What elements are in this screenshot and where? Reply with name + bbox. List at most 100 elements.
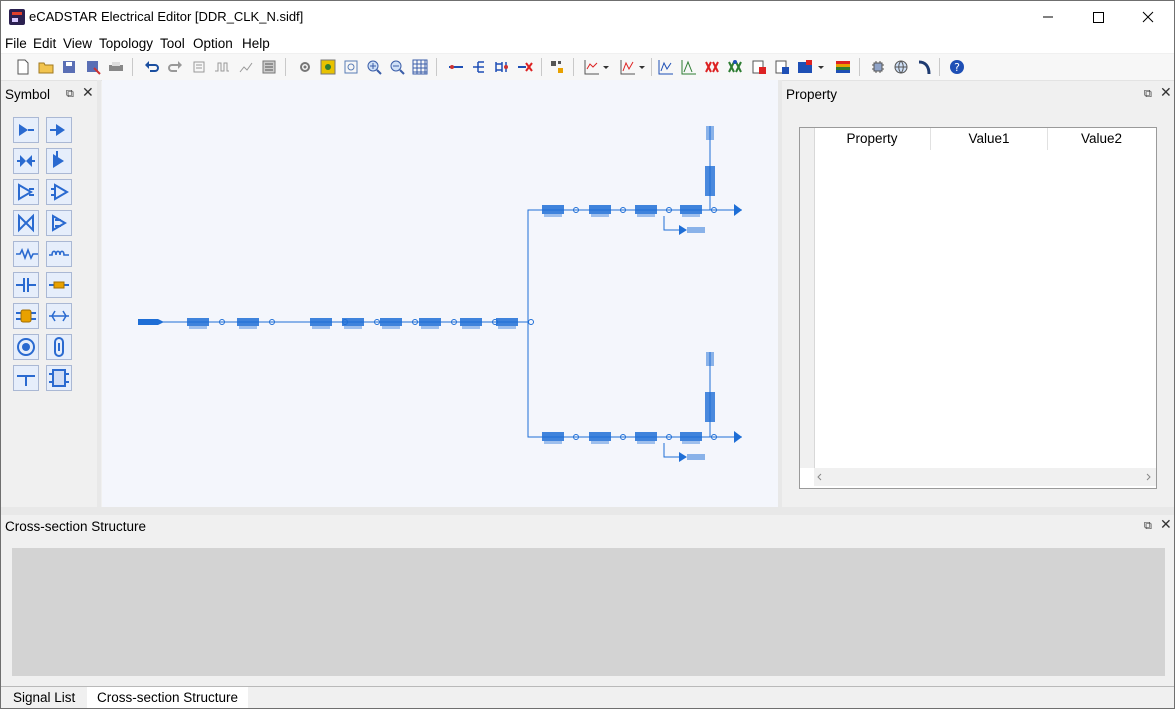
minimize-button[interactable] <box>1025 1 1071 33</box>
tool-a-button[interactable] <box>868 57 888 77</box>
topology-tool-3-button[interactable] <box>236 57 256 77</box>
grid-button[interactable] <box>410 57 430 77</box>
close-icon[interactable]: ✕ <box>82 85 94 101</box>
zoom-out-button[interactable] <box>387 57 407 77</box>
tab-cross-section-structure[interactable]: Cross-section Structure <box>87 687 249 708</box>
block-label <box>462 326 480 329</box>
arrange-button[interactable] <box>547 57 567 77</box>
redo-button[interactable] <box>165 57 185 77</box>
tool-c-button[interactable] <box>914 57 934 77</box>
menu-tool[interactable]: Tool <box>160 36 185 51</box>
splitter-left[interactable] <box>97 80 101 507</box>
topology-canvas[interactable] <box>102 80 778 507</box>
spice-dropdown[interactable] <box>816 57 826 77</box>
pin-icon[interactable]: ⧉ <box>1144 87 1152 101</box>
connect-button[interactable] <box>446 57 466 77</box>
termination-wire <box>663 216 679 231</box>
maximize-button[interactable] <box>1075 1 1121 33</box>
report-2-button[interactable] <box>772 57 792 77</box>
menu-option[interactable]: Option <box>193 36 233 51</box>
print-button[interactable] <box>106 57 126 77</box>
symbol-receiver-diff[interactable] <box>46 179 72 205</box>
open-file-button[interactable] <box>36 57 56 77</box>
pin-icon[interactable]: ⧉ <box>66 87 74 101</box>
report-1-button[interactable] <box>749 57 769 77</box>
symbol-connector[interactable] <box>46 334 72 360</box>
waveform-dropdown[interactable] <box>601 57 611 77</box>
topology-tool-2-button[interactable] <box>212 57 232 77</box>
symbol-bidir[interactable] <box>13 148 39 174</box>
symbol-tristate-diff[interactable] <box>46 210 72 236</box>
arrange-icon <box>551 61 563 73</box>
column-header-value2[interactable]: Value2 <box>1048 128 1155 150</box>
globe-icon <box>894 60 908 74</box>
branch-button[interactable] <box>469 57 489 77</box>
save-as-button[interactable] <box>83 57 103 77</box>
transmission-line-block <box>342 318 364 326</box>
new-file-button[interactable] <box>13 57 33 77</box>
topology-tool-4-button[interactable] <box>259 57 279 77</box>
symbol-sparameter[interactable] <box>46 303 72 329</box>
block-label <box>498 326 516 329</box>
vertical-cap <box>706 126 714 140</box>
tab-signal-list[interactable]: Signal List <box>3 687 85 708</box>
close-icon[interactable]: ✕ <box>1160 517 1172 533</box>
analysis-4-button[interactable] <box>725 57 745 77</box>
symbol-tristate[interactable] <box>46 148 72 174</box>
undo-button[interactable] <box>142 57 162 77</box>
help-button[interactable]: ? <box>947 57 967 77</box>
symbol-via[interactable] <box>13 334 39 360</box>
termination-wire <box>663 443 679 458</box>
splitter-bottom[interactable] <box>1 507 1174 515</box>
symbol-tpoint[interactable] <box>13 365 39 391</box>
layer-stack-button[interactable] <box>833 57 853 77</box>
zoom-fit-button[interactable] <box>318 57 338 77</box>
symbol-panel-title: Symbol <box>5 87 51 102</box>
column-header-property[interactable]: Property <box>814 128 931 150</box>
symbol-package[interactable] <box>46 365 72 391</box>
symbol-driver-diff[interactable] <box>13 179 39 205</box>
symbol-inductor[interactable] <box>46 241 72 267</box>
horizontal-scrollbar[interactable] <box>814 468 1156 486</box>
symbol-receiver[interactable] <box>46 117 72 143</box>
analysis-2-button[interactable] <box>679 57 699 77</box>
symbol-resistor[interactable] <box>13 241 39 267</box>
close-icon[interactable]: ✕ <box>1160 85 1172 101</box>
topology-tool-1-button[interactable] <box>189 57 209 77</box>
symbol-capacitor[interactable] <box>13 272 39 298</box>
close-button[interactable] <box>1125 1 1171 33</box>
symbol-transmission-line[interactable] <box>46 272 72 298</box>
zoom-in-button[interactable] <box>364 57 384 77</box>
eye-diagram-button[interactable] <box>618 57 638 77</box>
menu-view[interactable]: View <box>63 36 92 51</box>
pin-icon[interactable]: ⧉ <box>1144 519 1152 533</box>
save-button[interactable] <box>59 57 79 77</box>
analysis-1-button[interactable] <box>656 57 676 77</box>
waveform-button[interactable] <box>582 57 602 77</box>
analysis-3-button[interactable] <box>702 57 722 77</box>
eye-diagram-dropdown[interactable] <box>637 57 647 77</box>
topology-diagram[interactable] <box>102 80 778 507</box>
menu-edit[interactable]: Edit <box>33 36 56 51</box>
driver-symbol <box>138 319 164 325</box>
tool-b-button[interactable] <box>891 57 911 77</box>
spice-button[interactable] <box>795 57 815 77</box>
termination-label <box>687 454 705 460</box>
menu-help[interactable]: Help <box>242 36 270 51</box>
zoom-in-icon <box>367 60 382 75</box>
menu-file[interactable]: File <box>5 36 27 51</box>
disconnect-button[interactable] <box>515 57 535 77</box>
property-grid[interactable]: Property Value1 Value2 <box>799 127 1157 489</box>
settings-button[interactable] <box>295 57 315 77</box>
column-header-value1[interactable]: Value1 <box>931 128 1048 150</box>
symbol-coupled-line[interactable] <box>13 303 39 329</box>
cross-section-view[interactable] <box>12 548 1165 676</box>
list-icon <box>262 60 276 74</box>
symbol-driver[interactable] <box>13 117 39 143</box>
symbol-bidir-diff[interactable] <box>13 210 39 236</box>
multi-connect-button[interactable] <box>492 57 512 77</box>
block-label <box>544 214 562 217</box>
zoom-area-button[interactable] <box>341 57 361 77</box>
menu-topology[interactable]: Topology <box>99 36 153 51</box>
termination-symbol <box>679 225 687 235</box>
